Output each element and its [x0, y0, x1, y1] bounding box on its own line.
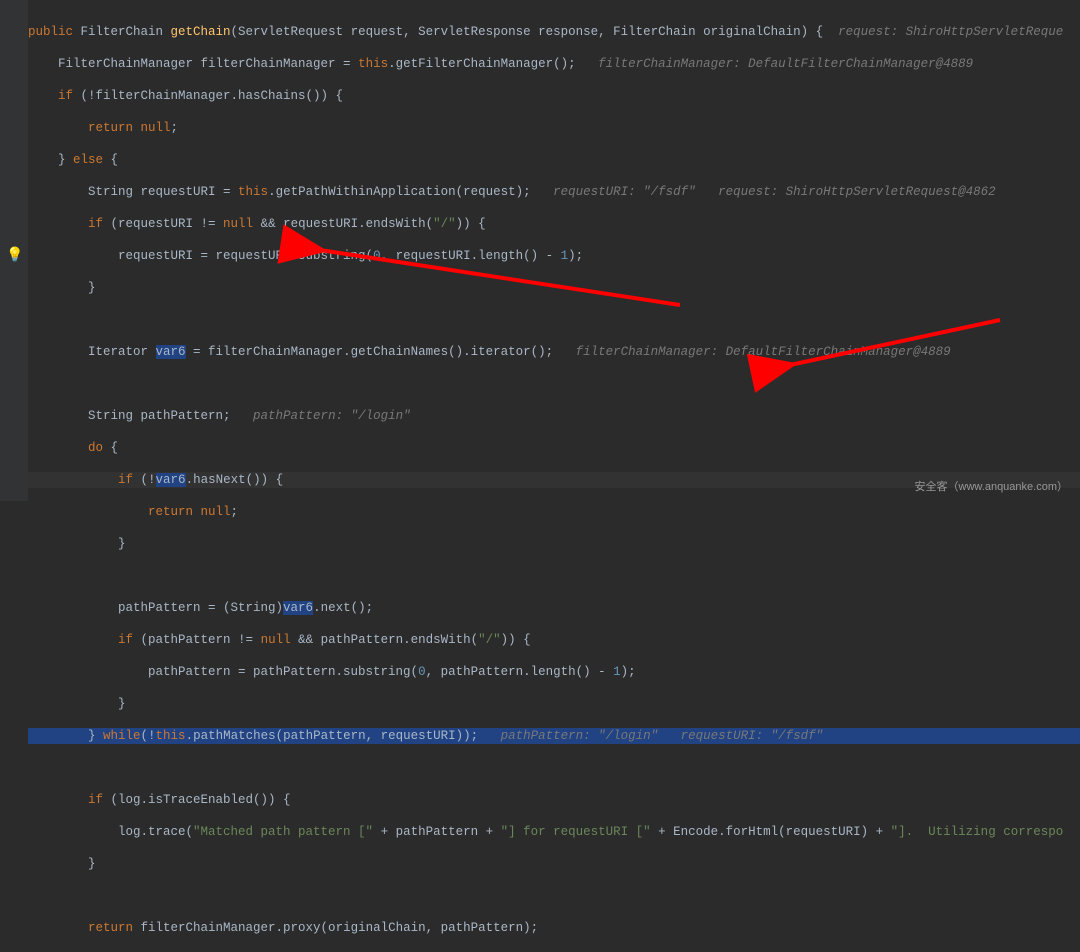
code-line: String requestURI = this.getPathWithinAp… — [28, 184, 1080, 200]
code-line: if (requestURI != null && requestURI.end… — [28, 216, 1080, 232]
code-line: return null; — [28, 120, 1080, 136]
code-line: if (!filterChainManager.hasChains()) { — [28, 88, 1080, 104]
code-line — [28, 312, 1080, 328]
code-line — [28, 760, 1080, 776]
code-line: String pathPattern; pathPattern: "/login… — [28, 408, 1080, 424]
code-line: log.trace("Matched path pattern [" + pat… — [28, 824, 1080, 840]
code-line: } else { — [28, 152, 1080, 168]
code-line: return filterChainManager.proxy(original… — [28, 920, 1080, 936]
code-line: public FilterChain getChain(ServletReque… — [28, 24, 1080, 40]
code-line: if (log.isTraceEnabled()) { — [28, 792, 1080, 808]
code-line: } — [28, 536, 1080, 552]
highlighted-line: } while(!this.pathMatches(pathPattern, r… — [28, 728, 1080, 744]
code-line — [28, 376, 1080, 392]
code-line — [28, 568, 1080, 584]
code-line: FilterChainManager filterChainManager = … — [28, 56, 1080, 72]
code-line: } — [28, 856, 1080, 872]
code-editor[interactable]: public FilterChain getChain(ServletReque… — [0, 0, 1080, 952]
code-line: do { — [28, 440, 1080, 456]
code-line: requestURI = requestURI.substring(0, req… — [28, 248, 1080, 264]
code-line: pathPattern = (String)var6.next(); — [28, 600, 1080, 616]
code-line: Iterator var6 = filterChainManager.getCh… — [28, 344, 1080, 360]
code-line: pathPattern = pathPattern.substring(0, p… — [28, 664, 1080, 680]
code-line — [28, 888, 1080, 904]
code-line: } — [28, 696, 1080, 712]
code-line: } — [28, 280, 1080, 296]
code-line: if (pathPattern != null && pathPattern.e… — [28, 632, 1080, 648]
code-line: return null; — [28, 504, 1080, 520]
watermark-label: 安全客（www.anquanke.com） — [915, 479, 1068, 495]
